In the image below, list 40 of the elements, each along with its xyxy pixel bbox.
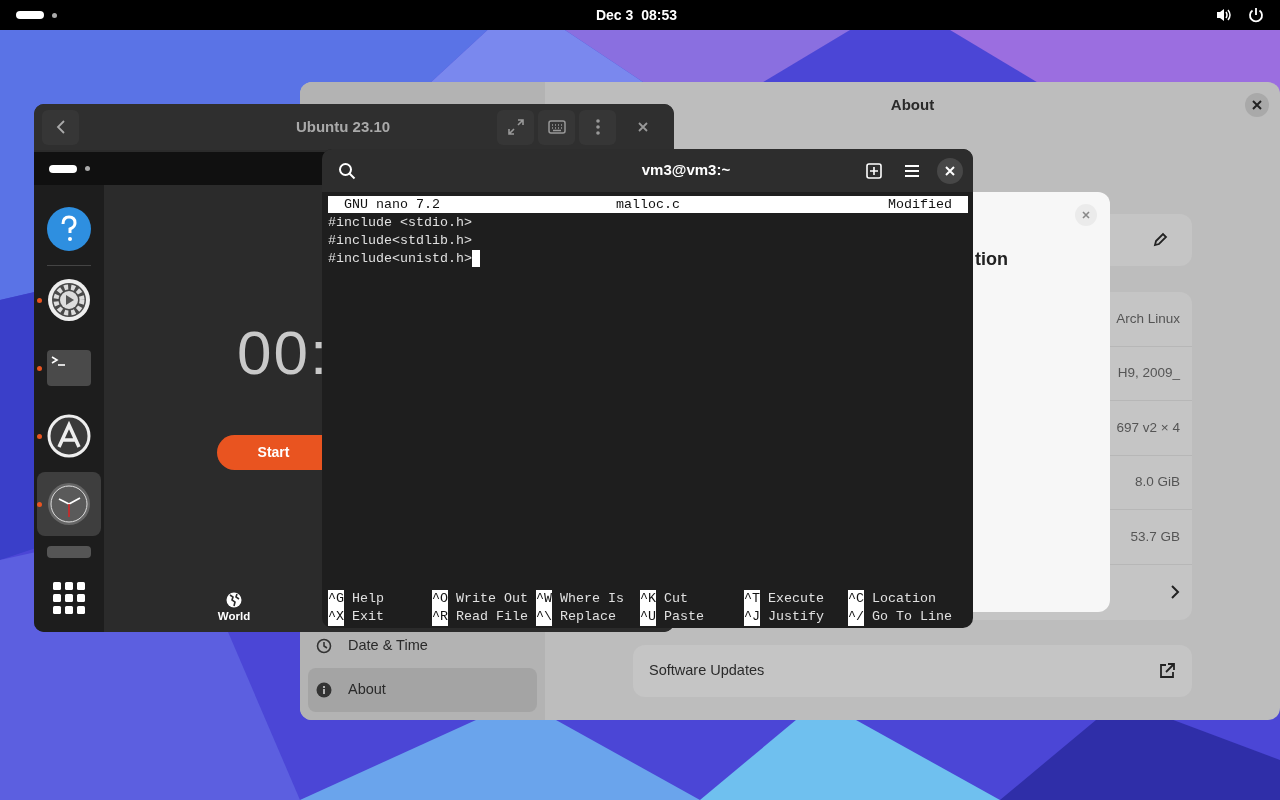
shortcut-key: ^O: [432, 590, 448, 608]
timer-display: 00:: [237, 322, 331, 384]
window-title: Ubuntu 23.10: [294, 116, 392, 137]
shortcut-key: ^\: [536, 608, 552, 626]
code-line: #include<stdlib.h>: [328, 232, 472, 250]
window-title: vm3@vm3:~: [640, 160, 732, 181]
shortcut-label: Location: [872, 590, 936, 608]
shortcut-label: Replace: [560, 608, 616, 626]
shortcut-label: Go To Line: [872, 608, 952, 626]
shortcut-key: ^X: [328, 608, 344, 626]
shortcut-label: Exit: [352, 608, 384, 626]
shortcut-key: ^C: [848, 590, 864, 608]
shortcut-key: ^W: [536, 590, 552, 608]
shortcut-key: ^/: [848, 608, 864, 626]
file-status: Modified: [887, 196, 952, 213]
dialog-title: tion: [974, 248, 1009, 271]
code-line: #include<unistd.h>: [328, 250, 472, 268]
shortcut-label: Help: [352, 590, 384, 608]
shortcut-label: Execute: [768, 590, 824, 608]
shortcut-label: Where Is: [560, 590, 624, 608]
file-name: malloc.c: [616, 196, 680, 213]
shortcut-key: ^R: [432, 608, 448, 626]
page-title: About: [890, 94, 935, 115]
info-value: 8.0 GiB: [1134, 473, 1180, 492]
code-line: #include <stdio.h>: [328, 214, 472, 232]
shortcut-label: Justify: [768, 608, 824, 626]
shortcut-key: ^J: [744, 608, 760, 626]
info-value: H9, 2009_: [1117, 364, 1180, 383]
editor-version: GNU nano 7.2: [344, 196, 441, 213]
shortcut-key: ^K: [640, 590, 656, 608]
shortcut-key: ^G: [328, 590, 344, 608]
info-value: 53.7 GB: [1130, 528, 1180, 547]
shortcut-label: Paste: [664, 608, 704, 626]
shortcut-label: Read File: [456, 608, 528, 626]
shortcut-key: ^T: [744, 590, 760, 608]
info-value: 697 v2 × 4: [1116, 418, 1180, 437]
shortcut-label: Cut: [664, 590, 688, 608]
info-value: Arch Linux: [1116, 309, 1180, 328]
shortcut-label: Write Out: [456, 590, 528, 608]
shortcut-key: ^U: [640, 608, 656, 626]
